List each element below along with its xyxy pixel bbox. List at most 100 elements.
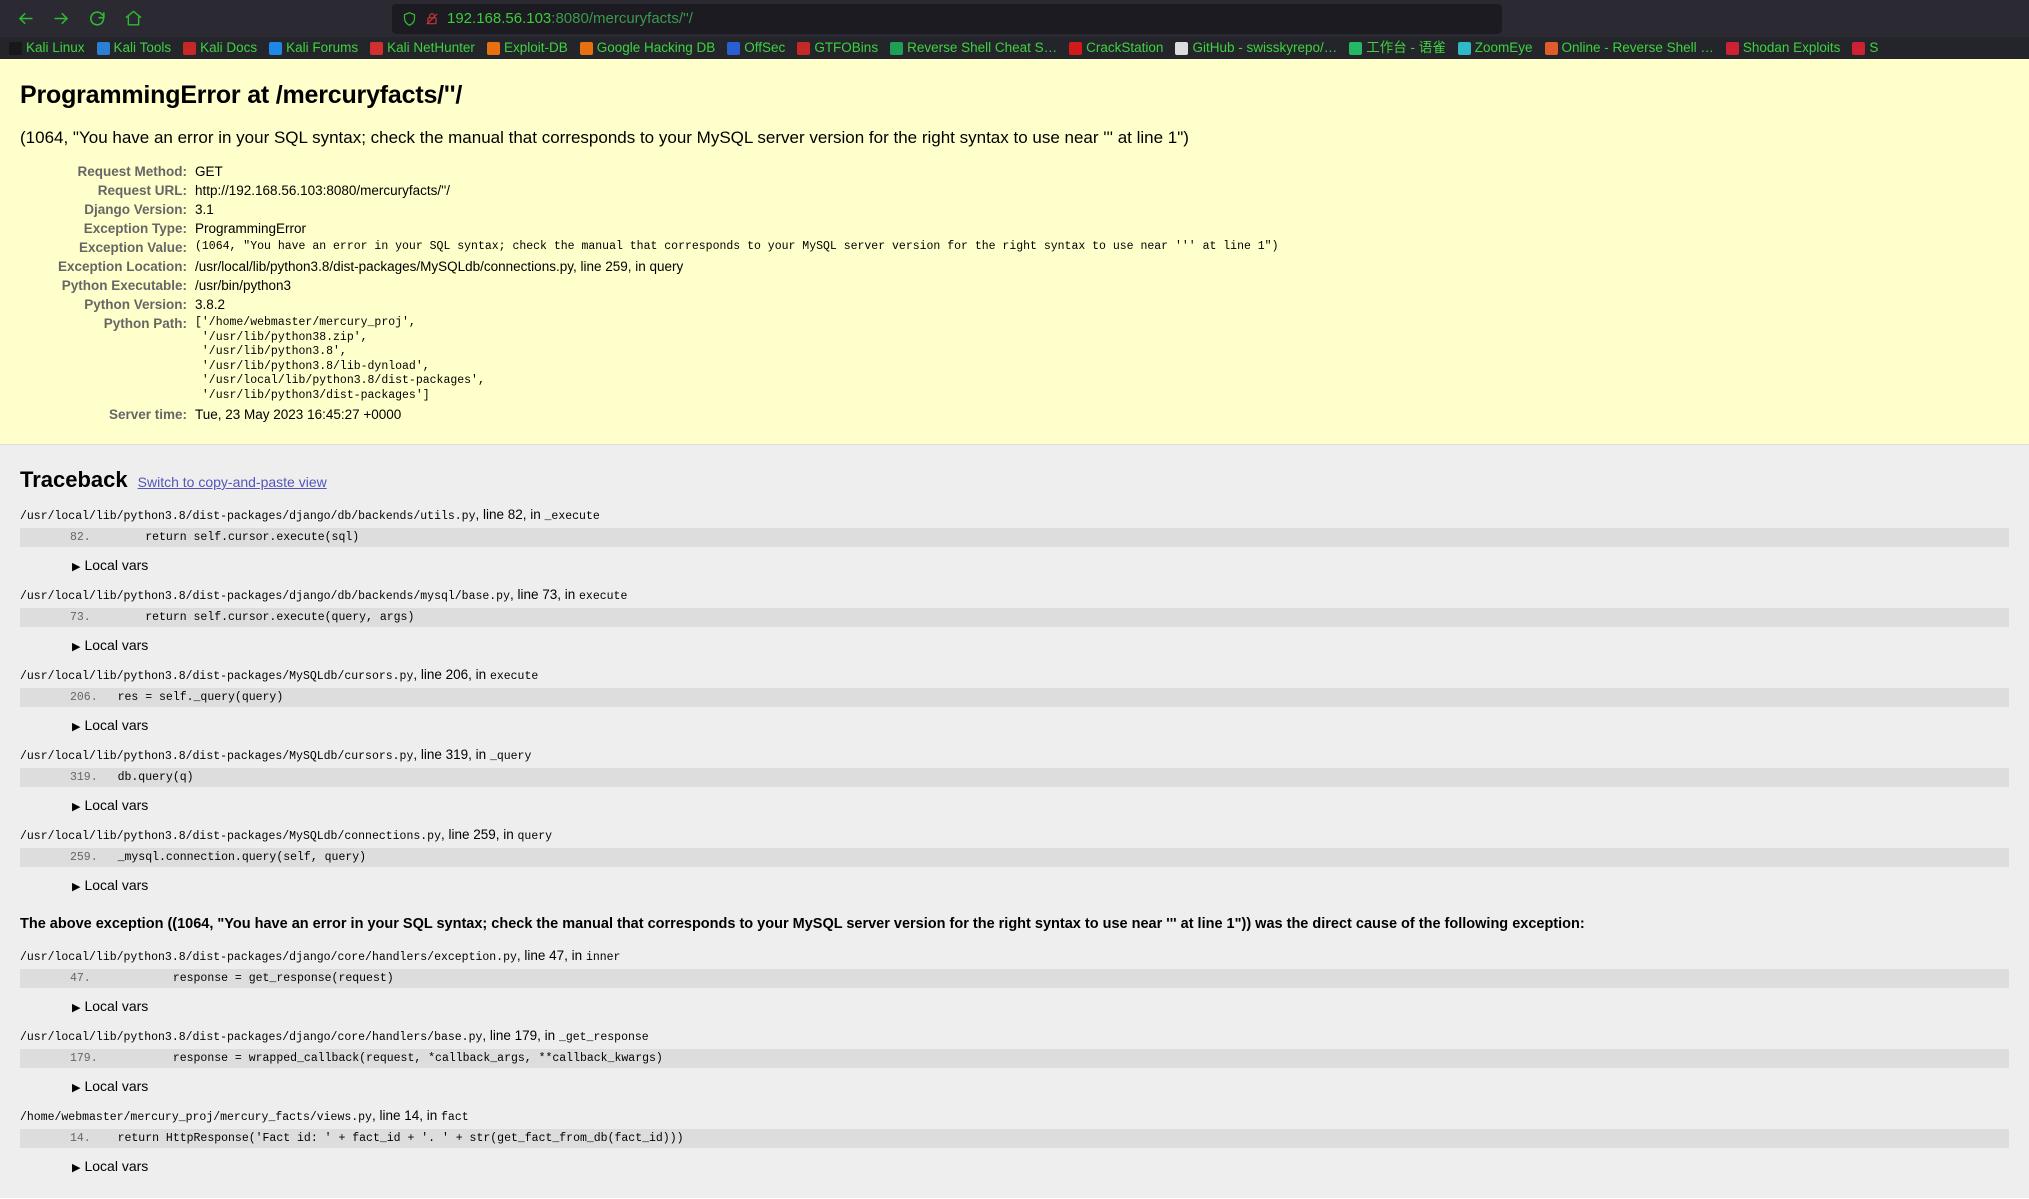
gtfobins-icon [797,41,811,55]
error-meta-value: GET [195,164,223,179]
switch-to-copy-paste-link[interactable]: Switch to copy-and-paste view [138,474,327,490]
bookmark-item[interactable]: CrackStation [1064,39,1168,57]
local-vars-toggle[interactable]: ▶ Local vars [20,637,2009,653]
shodan-icon [1725,41,1739,55]
bookmark-item[interactable]: 工作台 - 语雀 [1344,39,1451,57]
chevron-right-icon: ▶ [72,721,81,733]
error-meta-row: Request Method: GET [20,162,2009,181]
error-meta-row: Server time: Tue, 23 May 2023 16:45:27 +0… [20,405,2009,424]
home-button[interactable] [116,4,150,34]
bookmark-label: Kali Tools [113,40,172,55]
bookmark-item[interactable]: Kali Forums [264,39,363,57]
local-vars-toggle[interactable]: ▶ Local vars [20,877,2009,893]
bookmark-item[interactable]: Kali Linux [4,39,90,57]
frame-line-label: , line 82, in [475,507,545,522]
home-icon [124,9,143,28]
url-path: :8080/mercuryfacts/''/ [551,10,693,27]
browser-toolbar: 192.168.56.103:8080/mercuryfacts/''/ [0,0,2029,37]
bookmark-label: Online - Reverse Shell … [1561,40,1714,55]
bookmark-item[interactable]: Kali Tools [92,39,177,57]
shield-icon[interactable] [402,11,417,27]
bookmark-item[interactable]: GitHub - swisskyrepo/… [1170,39,1342,57]
lock-crossed-icon[interactable] [425,11,439,27]
frame-location: /usr/local/lib/python3.8/dist-packages/M… [20,747,2009,763]
local-vars-label: Local vars [84,557,149,573]
forward-button[interactable] [44,4,78,34]
bookmark-item[interactable]: Exploit-DB [482,39,573,57]
bookmarks-bar[interactable]: Kali Linux Kali Tools Kali Docs Kali Forums… [0,37,2029,59]
crackstation-icon [1069,41,1083,55]
browser-chrome: 192.168.56.103:8080/mercuryfacts/''/ Kal… [0,0,2029,59]
bookmark-item[interactable]: Reverse Shell Cheat S… [885,39,1062,57]
bookmark-item[interactable]: Google Hacking DB [575,39,721,57]
frame-context-line[interactable]: 82. return self.cursor.execute(sql) [20,528,2009,547]
chevron-right-icon: ▶ [72,1081,81,1094]
bookmark-label: S [1869,40,1879,55]
frame-location: /usr/local/lib/python3.8/dist-packages/d… [20,1028,2009,1044]
error-meta-row: Python Path: ['/home/webmaster/mercury_pr… [20,314,2009,405]
bookmark-label: CrackStation [1086,40,1164,55]
traceback-frames-after: /usr/local/lib/python3.8/dist-packages/d… [20,948,2009,1174]
bookmark-label: Google Hacking DB [596,40,716,55]
address-bar[interactable]: 192.168.56.103:8080/mercuryfacts/''/ [392,3,1502,34]
traceback-frame: /usr/local/lib/python3.8/dist-packages/d… [20,587,2009,653]
frame-line-number: 206. [70,691,98,704]
error-meta-value-pre: (1064, "You have an error in your SQL sy… [195,240,1279,253]
frame-file-path: /usr/local/lib/python3.8/dist-packages/d… [20,950,517,964]
bookmark-item[interactable]: OffSec [722,39,790,57]
error-meta-label: Request Method: [77,164,188,179]
yuque-icon [1349,41,1363,55]
bookmark-item[interactable]: Kali NetHunter [365,39,480,57]
chevron-right-icon: ▶ [72,561,81,573]
error-meta-table: Request Method: GET Request URL: http://192… [20,162,2009,424]
error-meta-label: Exception Location: [57,259,187,274]
bookmark-item[interactable]: GTFOBins [792,39,883,57]
frame-context-line[interactable]: 319. db.query(q) [20,768,2009,787]
error-meta-label: Exception Value: [78,240,187,255]
bookmark-label: Kali Linux [26,40,85,55]
bookmark-item[interactable]: Online - Reverse Shell … [1540,39,1719,57]
bookmark-label: Kali NetHunter [387,40,475,55]
frame-context-line[interactable]: 73. return self.cursor.execute(query, ar… [20,608,2009,627]
frame-function-name: query [517,830,553,843]
bookmark-item[interactable]: Shodan Exploits [1721,39,1846,57]
bookmark-label: 工作台 - 语雀 [1366,40,1446,55]
error-meta-row: Exception Location: /usr/local/lib/python… [20,257,2009,276]
traceback-frames: /usr/local/lib/python3.8/dist-packages/d… [20,507,2009,893]
local-vars-toggle[interactable]: ▶ Local vars [20,717,2009,733]
back-button[interactable] [8,4,42,34]
frame-source-code: response = get_response(request) [90,971,394,985]
local-vars-toggle[interactable]: ▶ Local vars [20,1078,2009,1094]
reload-button[interactable] [80,4,114,34]
error-meta-row: Python Executable: /usr/bin/python3 [20,276,2009,295]
local-vars-toggle[interactable]: ▶ Local vars [20,557,2009,573]
frame-context-line[interactable]: 47. response = get_response(request) [20,968,2009,988]
frame-context-line[interactable]: 259. _mysql.connection.query(self, query… [20,848,2009,867]
error-summary: ProgrammingError at /mercuryfacts/''/ (1… [0,59,2029,445]
traceback-frame: /usr/local/lib/python3.8/dist-packages/d… [20,507,2009,573]
bookmark-label: ZoomEye [1474,40,1533,55]
chevron-right-icon: ▶ [72,641,81,653]
bookmark-item[interactable]: ZoomEye [1453,39,1538,57]
local-vars-toggle[interactable]: ▶ Local vars [20,797,2009,813]
frame-function-name: _get_response [558,1030,649,1044]
bookmark-item[interactable]: Kali Docs [178,39,262,57]
local-vars-label: Local vars [84,637,149,653]
local-vars-toggle[interactable]: ▶ Local vars [20,1158,2009,1174]
url-text[interactable]: 192.168.56.103:8080/mercuryfacts/''/ [447,10,693,27]
frame-context-line[interactable]: 206. res = self._query(query) [20,688,2009,707]
local-vars-toggle[interactable]: ▶ Local vars [20,998,2009,1014]
frame-line-number: 259. [70,851,98,864]
frame-file-path: /usr/local/lib/python3.8/dist-packages/M… [20,750,414,763]
error-meta-row: Exception Type: ProgrammingError [20,219,2009,238]
frame-location: /home/webmaster/mercury_proj/mercury_fac… [20,1108,2009,1124]
bookmark-label: GitHub - swisskyrepo/… [1192,40,1338,55]
error-meta-value: http://192.168.56.103:8080/mercuryfacts/… [195,183,451,198]
error-meta-body: Request Method: GET Request URL: http://192… [20,162,2009,424]
bookmark-item[interactable]: S [1847,39,1883,57]
frame-file-path: /usr/local/lib/python3.8/dist-packages/d… [20,1030,483,1044]
frame-function-name: _execute [544,510,600,523]
frame-context-line[interactable]: 179. response = wrapped_callback(request… [20,1048,2009,1068]
frame-context-line[interactable]: 14. return HttpResponse('Fact id: ' + fa… [20,1128,2009,1148]
frame-source-code: return self.cursor.execute(sql) [90,531,360,544]
